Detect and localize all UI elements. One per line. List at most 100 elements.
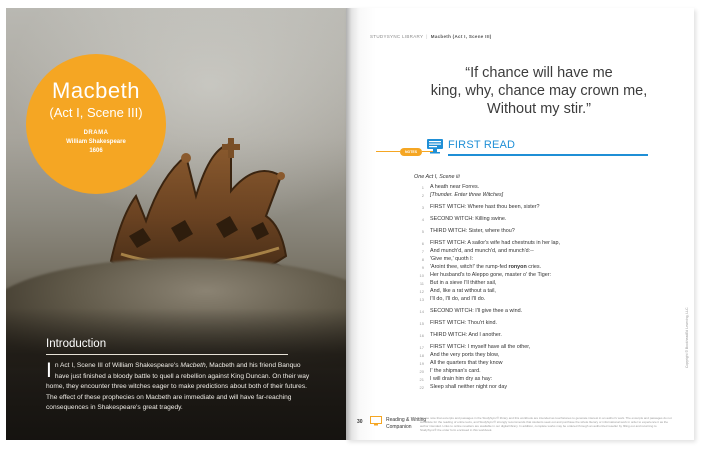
- line-text: And, like a rat without a tail,: [430, 288, 496, 294]
- line-number: 15: [419, 321, 424, 326]
- line-number: 6: [421, 241, 424, 246]
- line-number: 12: [419, 289, 424, 294]
- play-line: 3 FIRST WITCH: Where hast thou been, sist…: [414, 204, 674, 212]
- line-text: 'Aroint thee, witch!' the rump-fed ronyo…: [430, 264, 541, 270]
- line-number: 17: [419, 345, 424, 350]
- page-gutter: [346, 8, 360, 440]
- line-number: 11: [419, 281, 424, 286]
- title-badge: Macbeth (Act I, Scene III) DRAMA William…: [26, 54, 166, 194]
- line-number: 9: [421, 265, 424, 270]
- work-title: Macbeth: [52, 78, 140, 103]
- line-number: 20: [419, 369, 424, 374]
- play-heading: One Act I, Scene iii: [414, 174, 460, 180]
- line-number: 10: [419, 273, 424, 278]
- line-text: I' the shipman's card.: [430, 368, 481, 374]
- notes-badge: NOTES: [400, 148, 422, 156]
- line-text: 'Give me,' quoth I:: [430, 256, 474, 262]
- first-read-title: FIRST READ: [448, 139, 516, 151]
- play-line: 21 I will drain him dry as hay:: [414, 376, 674, 384]
- line-number: 18: [419, 353, 424, 358]
- line-text: But in a sieve I'll thither sail,: [430, 280, 497, 286]
- play-line: 16 THIRD WITCH: And I another.: [414, 332, 674, 340]
- line-text: FIRST WITCH: Where hast thou been, siste…: [430, 204, 540, 210]
- play-line: 2 [Thunder. Enter three Witches]: [414, 192, 674, 200]
- header-library: STUDYSYNC LIBRARY: [370, 34, 424, 39]
- line-text-pre: 'Aroint thee, witch!' the rump-fed: [430, 264, 509, 270]
- line-number: 2: [421, 193, 424, 198]
- line-text: THIRD WITCH: Sister, where thou?: [430, 228, 515, 234]
- play-line: 12 And, like a rat without a tail,: [414, 288, 674, 296]
- line-number: 22: [419, 385, 424, 390]
- line-text-post: cries.: [526, 264, 542, 270]
- line-text: I will drain him dry as hay:: [430, 376, 493, 382]
- play-line: 22 Sleep shall neither night nor day: [414, 384, 674, 392]
- line-text: Her husband's to Aleppo gone, master o' …: [430, 272, 552, 278]
- line-number: 3: [421, 205, 424, 210]
- right-page: STUDYSYNC LIBRARY | Macbeth (Act I, Scene …: [346, 8, 694, 440]
- quote-line-2: king, why, chance may crown me,: [430, 83, 648, 99]
- play-line: 13 I'll do, I'll do, and I'll do.: [414, 296, 674, 304]
- play-line: 15 FIRST WITCH: Thou'rt kind.: [414, 320, 674, 328]
- line-number: 13: [419, 297, 424, 302]
- line-text: A heath near Forres.: [430, 184, 480, 190]
- play-line: 14 SECOND WITCH: I'll give thee a wind.: [414, 308, 674, 316]
- intro-dropcap: I: [46, 359, 52, 382]
- line-text: And the very ports they blow,: [430, 352, 500, 358]
- first-read-underline: [448, 154, 648, 156]
- play-line: 1 A heath near Forres.: [414, 184, 674, 192]
- quote-line-1: “If chance will have me: [465, 65, 613, 81]
- line-text: FIRST WITCH: Thou'rt kind.: [430, 320, 498, 326]
- line-number: 16: [419, 333, 424, 338]
- quote-line-3: Without my stir.”: [487, 101, 591, 117]
- line-number: 8: [421, 257, 424, 262]
- left-page-cover: Macbeth (Act I, Scene III) DRAMA William…: [6, 8, 346, 440]
- play-line: 7 And munch'd, and munch'd, and munch'd:-…: [414, 248, 674, 256]
- line-text: All the quarters that they know: [430, 360, 503, 366]
- play-line: 20 I' the shipman's card.: [414, 368, 674, 376]
- book-icon: [370, 416, 382, 426]
- book-spread: Macbeth (Act I, Scene III) DRAMA William…: [0, 0, 704, 450]
- footer-fine-print: Please note that excerpts and passages i…: [420, 416, 672, 432]
- play-line: 6 FIRST WITCH: A sailor's wife had chestn…: [414, 240, 674, 248]
- line-text: THIRD WITCH: And I another.: [430, 332, 502, 338]
- play-line: 10 Her husband's to Aleppo gone, master o…: [414, 272, 674, 280]
- line-number: 19: [419, 361, 424, 366]
- play-line: 17 FIRST WITCH: I myself have all the oth…: [414, 344, 674, 352]
- intro-text-title: Macbeth: [180, 362, 206, 369]
- header-title: Macbeth (Act I, Scene III): [430, 34, 492, 39]
- line-text: FIRST WITCH: I myself have all the other…: [430, 344, 531, 350]
- line-number: 4: [421, 217, 424, 222]
- vocabulary-word[interactable]: ronyon: [508, 264, 526, 270]
- line-text: SECOND WITCH: Killing swine.: [430, 216, 507, 222]
- play-line: 11 But in a sieve I'll thither sail,: [414, 280, 674, 288]
- line-text: I'll do, I'll do, and I'll do.: [430, 296, 486, 302]
- line-text: And munch'd, and munch'd, and munch'd:--: [430, 248, 534, 254]
- notes-line-left: [376, 151, 400, 152]
- play-line: 4 SECOND WITCH: Killing swine.: [414, 216, 674, 224]
- intro-text-part1: n Act I, Scene III of William Shakespear…: [54, 362, 181, 369]
- play-line: 5 THIRD WITCH: Sister, where thou?: [414, 228, 674, 236]
- copyright-notice: Copyright © BookheadEd Learning, LLC: [685, 307, 689, 368]
- line-number: 5: [421, 229, 424, 234]
- intro-heading: Introduction: [46, 338, 107, 350]
- play-line: 9 'Aroint thee, witch!' the rump-fed rony…: [414, 264, 674, 272]
- line-text: [Thunder. Enter three Witches]: [430, 192, 504, 198]
- line-number: 14: [419, 309, 424, 314]
- line-text: Sleep shall neither night nor day: [430, 384, 508, 390]
- computer-icon: [427, 139, 443, 154]
- intro-divider: [46, 354, 288, 355]
- line-number: 21: [419, 377, 424, 382]
- play-line: 19 All the quarters that they know: [414, 360, 674, 368]
- author-name: William Shakespeare: [66, 139, 126, 145]
- footer-label-2: Companion: [386, 424, 412, 430]
- line-text: FIRST WITCH: A sailor's wife had chestnu…: [430, 240, 561, 246]
- play-line: 8 'Give me,' quoth I:: [414, 256, 674, 264]
- pull-quote: “If chance will have me king, why, chanc…: [384, 64, 694, 118]
- play-line: 18 And the very ports they blow,: [414, 352, 674, 360]
- intro-text-part2: , Macbeth and his friend Banquo have jus…: [46, 362, 310, 412]
- line-text: SECOND WITCH: I'll give thee a wind.: [430, 308, 523, 314]
- running-header: STUDYSYNC LIBRARY | Macbeth (Act I, Scene …: [370, 34, 492, 39]
- publication-year: 1606: [89, 148, 103, 154]
- work-subtitle: (Act I, Scene III): [49, 105, 143, 120]
- header-separator: |: [426, 34, 428, 39]
